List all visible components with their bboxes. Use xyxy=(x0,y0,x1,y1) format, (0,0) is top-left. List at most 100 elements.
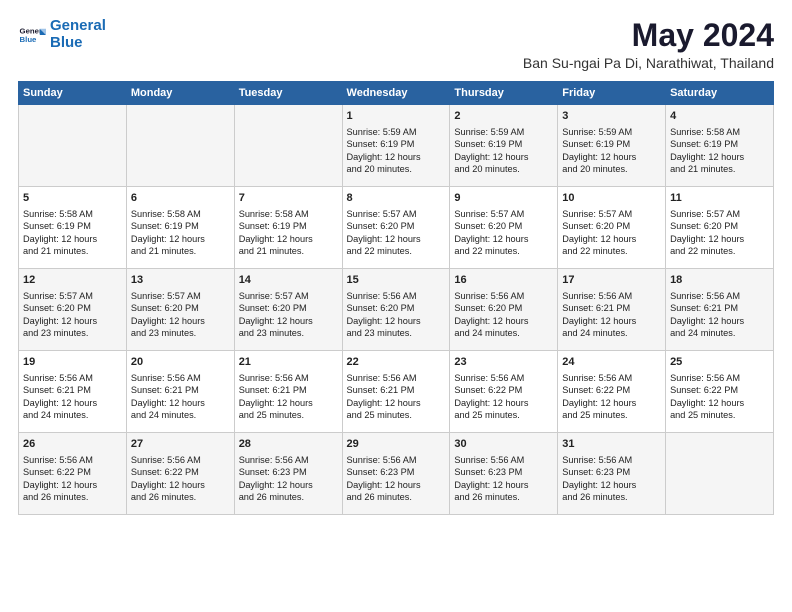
calendar-cell xyxy=(666,433,774,515)
calendar-cell: 1 Sunrise: 5:59 AMSunset: 6:19 PMDaylight… xyxy=(342,105,450,187)
calendar-cell: 12 Sunrise: 5:57 AMSunset: 6:20 PMDayligh… xyxy=(19,269,127,351)
subtitle: Ban Su-ngai Pa Di, Narathiwat, Thailand xyxy=(523,55,774,71)
day-info: Sunrise: 5:56 AMSunset: 6:23 PMDaylight:… xyxy=(562,454,661,504)
day-info: Sunrise: 5:58 AMSunset: 6:19 PMDaylight:… xyxy=(131,208,230,258)
day-info: Sunrise: 5:58 AMSunset: 6:19 PMDaylight:… xyxy=(239,208,338,258)
day-info: Sunrise: 5:58 AMSunset: 6:19 PMDaylight:… xyxy=(670,126,769,176)
day-number: 1 xyxy=(347,109,446,124)
logo: General Blue General Blue xyxy=(18,18,106,51)
calendar-week-row: 5 Sunrise: 5:58 AMSunset: 6:19 PMDaylight… xyxy=(19,187,774,269)
day-number: 24 xyxy=(562,355,661,370)
calendar-week-row: 26 Sunrise: 5:56 AMSunset: 6:22 PMDayligh… xyxy=(19,433,774,515)
day-info: Sunrise: 5:57 AMSunset: 6:20 PMDaylight:… xyxy=(562,208,661,258)
calendar-table: SundayMondayTuesdayWednesdayThursdayFrid… xyxy=(18,81,774,515)
calendar-cell: 5Sunrise: 5:58 AMSunset: 6:19 PMDaylight… xyxy=(19,187,127,269)
calendar-cell: 29 Sunrise: 5:56 AMSunset: 6:23 PMDayligh… xyxy=(342,433,450,515)
day-info: Sunrise: 5:56 AMSunset: 6:22 PMDaylight:… xyxy=(562,372,661,422)
day-number: 22 xyxy=(347,355,446,370)
header-thursday: Thursday xyxy=(450,82,558,105)
calendar-cell: 24 Sunrise: 5:56 AMSunset: 6:22 PMDayligh… xyxy=(558,351,666,433)
day-number: 12 xyxy=(23,273,122,288)
page: General Blue General Blue May 2024 Ban S… xyxy=(0,0,792,612)
calendar-cell: 30Sunrise: 5:56 AMSunset: 6:23 PMDayligh… xyxy=(450,433,558,515)
calendar-cell xyxy=(126,105,234,187)
day-number: 9 xyxy=(454,191,553,206)
header-monday: Monday xyxy=(126,82,234,105)
calendar-cell xyxy=(234,105,342,187)
logo-text: General Blue xyxy=(50,18,106,51)
day-info: Sunrise: 5:56 AMSunset: 6:21 PMDaylight:… xyxy=(131,372,230,422)
day-info: Sunrise: 5:56 AMSunset: 6:22 PMDaylight:… xyxy=(454,372,553,422)
day-info: Sunrise: 5:56 AMSunset: 6:21 PMDaylight:… xyxy=(670,290,769,340)
calendar-cell: 15Sunrise: 5:56 AMSunset: 6:20 PMDayligh… xyxy=(342,269,450,351)
day-info: Sunrise: 5:59 AMSunset: 6:19 PMDaylight:… xyxy=(347,126,446,176)
calendar-cell: 6 Sunrise: 5:58 AMSunset: 6:19 PMDaylight… xyxy=(126,187,234,269)
calendar-cell: 7 Sunrise: 5:58 AMSunset: 6:19 PMDaylight… xyxy=(234,187,342,269)
day-info: Sunrise: 5:56 AMSunset: 6:23 PMDaylight:… xyxy=(347,454,446,504)
title-block: May 2024 Ban Su-ngai Pa Di, Narathiwat, … xyxy=(523,18,774,71)
day-number: 4 xyxy=(670,109,769,124)
svg-text:Blue: Blue xyxy=(20,35,38,44)
calendar-header-row: SundayMondayTuesdayWednesdayThursdayFrid… xyxy=(19,82,774,105)
day-number: 27 xyxy=(131,437,230,452)
calendar-week-row: 12 Sunrise: 5:57 AMSunset: 6:20 PMDayligh… xyxy=(19,269,774,351)
header-tuesday: Tuesday xyxy=(234,82,342,105)
calendar-cell xyxy=(19,105,127,187)
day-number: 5 xyxy=(23,191,122,206)
calendar-cell: 4 Sunrise: 5:58 AMSunset: 6:19 PMDaylight… xyxy=(666,105,774,187)
day-number: 6 xyxy=(131,191,230,206)
calendar-cell: 11 Sunrise: 5:57 AMSunset: 6:20 PMDayligh… xyxy=(666,187,774,269)
calendar-cell: 31 Sunrise: 5:56 AMSunset: 6:23 PMDayligh… xyxy=(558,433,666,515)
calendar-cell: 3Sunrise: 5:59 AMSunset: 6:19 PMDaylight… xyxy=(558,105,666,187)
day-number: 8 xyxy=(347,191,446,206)
header-friday: Friday xyxy=(558,82,666,105)
calendar-cell: 2Sunrise: 5:59 AMSunset: 6:19 PMDaylight… xyxy=(450,105,558,187)
calendar-week-row: 19Sunrise: 5:56 AMSunset: 6:21 PMDayligh… xyxy=(19,351,774,433)
logo-icon: General Blue xyxy=(18,21,46,49)
calendar-cell: 8 Sunrise: 5:57 AMSunset: 6:20 PMDaylight… xyxy=(342,187,450,269)
header-wednesday: Wednesday xyxy=(342,82,450,105)
day-number: 11 xyxy=(670,191,769,206)
day-number: 29 xyxy=(347,437,446,452)
calendar-cell: 23Sunrise: 5:56 AMSunset: 6:22 PMDayligh… xyxy=(450,351,558,433)
calendar-cell: 20 Sunrise: 5:56 AMSunset: 6:21 PMDayligh… xyxy=(126,351,234,433)
day-number: 28 xyxy=(239,437,338,452)
day-info: Sunrise: 5:57 AMSunset: 6:20 PMDaylight:… xyxy=(454,208,553,258)
day-number: 31 xyxy=(562,437,661,452)
calendar-cell: 13 Sunrise: 5:57 AMSunset: 6:20 PMDayligh… xyxy=(126,269,234,351)
day-info: Sunrise: 5:56 AMSunset: 6:22 PMDaylight:… xyxy=(23,454,122,504)
day-info: Sunrise: 5:56 AMSunset: 6:23 PMDaylight:… xyxy=(239,454,338,504)
day-info: Sunrise: 5:56 AMSunset: 6:20 PMDaylight:… xyxy=(454,290,553,340)
logo-blue: Blue xyxy=(50,34,83,51)
day-number: 16 xyxy=(454,273,553,288)
day-info: Sunrise: 5:57 AMSunset: 6:20 PMDaylight:… xyxy=(23,290,122,340)
day-number: 26 xyxy=(23,437,122,452)
calendar-cell: 26 Sunrise: 5:56 AMSunset: 6:22 PMDayligh… xyxy=(19,433,127,515)
day-info: Sunrise: 5:56 AMSunset: 6:21 PMDaylight:… xyxy=(239,372,338,422)
calendar-cell: 17 Sunrise: 5:56 AMSunset: 6:21 PMDayligh… xyxy=(558,269,666,351)
header-area: General Blue General Blue May 2024 Ban S… xyxy=(18,18,774,71)
calendar-cell: 27Sunrise: 5:56 AMSunset: 6:22 PMDayligh… xyxy=(126,433,234,515)
calendar-cell: 25 Sunrise: 5:56 AMSunset: 6:22 PMDayligh… xyxy=(666,351,774,433)
day-info: Sunrise: 5:57 AMSunset: 6:20 PMDaylight:… xyxy=(670,208,769,258)
day-number: 25 xyxy=(670,355,769,370)
day-info: Sunrise: 5:56 AMSunset: 6:21 PMDaylight:… xyxy=(347,372,446,422)
day-number: 20 xyxy=(131,355,230,370)
calendar-week-row: 1 Sunrise: 5:59 AMSunset: 6:19 PMDaylight… xyxy=(19,105,774,187)
day-number: 17 xyxy=(562,273,661,288)
day-info: Sunrise: 5:56 AMSunset: 6:22 PMDaylight:… xyxy=(670,372,769,422)
calendar-cell: 19Sunrise: 5:56 AMSunset: 6:21 PMDayligh… xyxy=(19,351,127,433)
day-number: 13 xyxy=(131,273,230,288)
calendar-cell: 18Sunrise: 5:56 AMSunset: 6:21 PMDayligh… xyxy=(666,269,774,351)
calendar-cell: 16 Sunrise: 5:56 AMSunset: 6:20 PMDayligh… xyxy=(450,269,558,351)
day-number: 7 xyxy=(239,191,338,206)
day-number: 2 xyxy=(454,109,553,124)
day-info: Sunrise: 5:57 AMSunset: 6:20 PMDaylight:… xyxy=(131,290,230,340)
day-number: 30 xyxy=(454,437,553,452)
day-info: Sunrise: 5:57 AMSunset: 6:20 PMDaylight:… xyxy=(347,208,446,258)
day-number: 15 xyxy=(347,273,446,288)
day-info: Sunrise: 5:56 AMSunset: 6:21 PMDaylight:… xyxy=(562,290,661,340)
day-info: Sunrise: 5:57 AMSunset: 6:20 PMDaylight:… xyxy=(239,290,338,340)
day-number: 10 xyxy=(562,191,661,206)
day-info: Sunrise: 5:56 AMSunset: 6:21 PMDaylight:… xyxy=(23,372,122,422)
